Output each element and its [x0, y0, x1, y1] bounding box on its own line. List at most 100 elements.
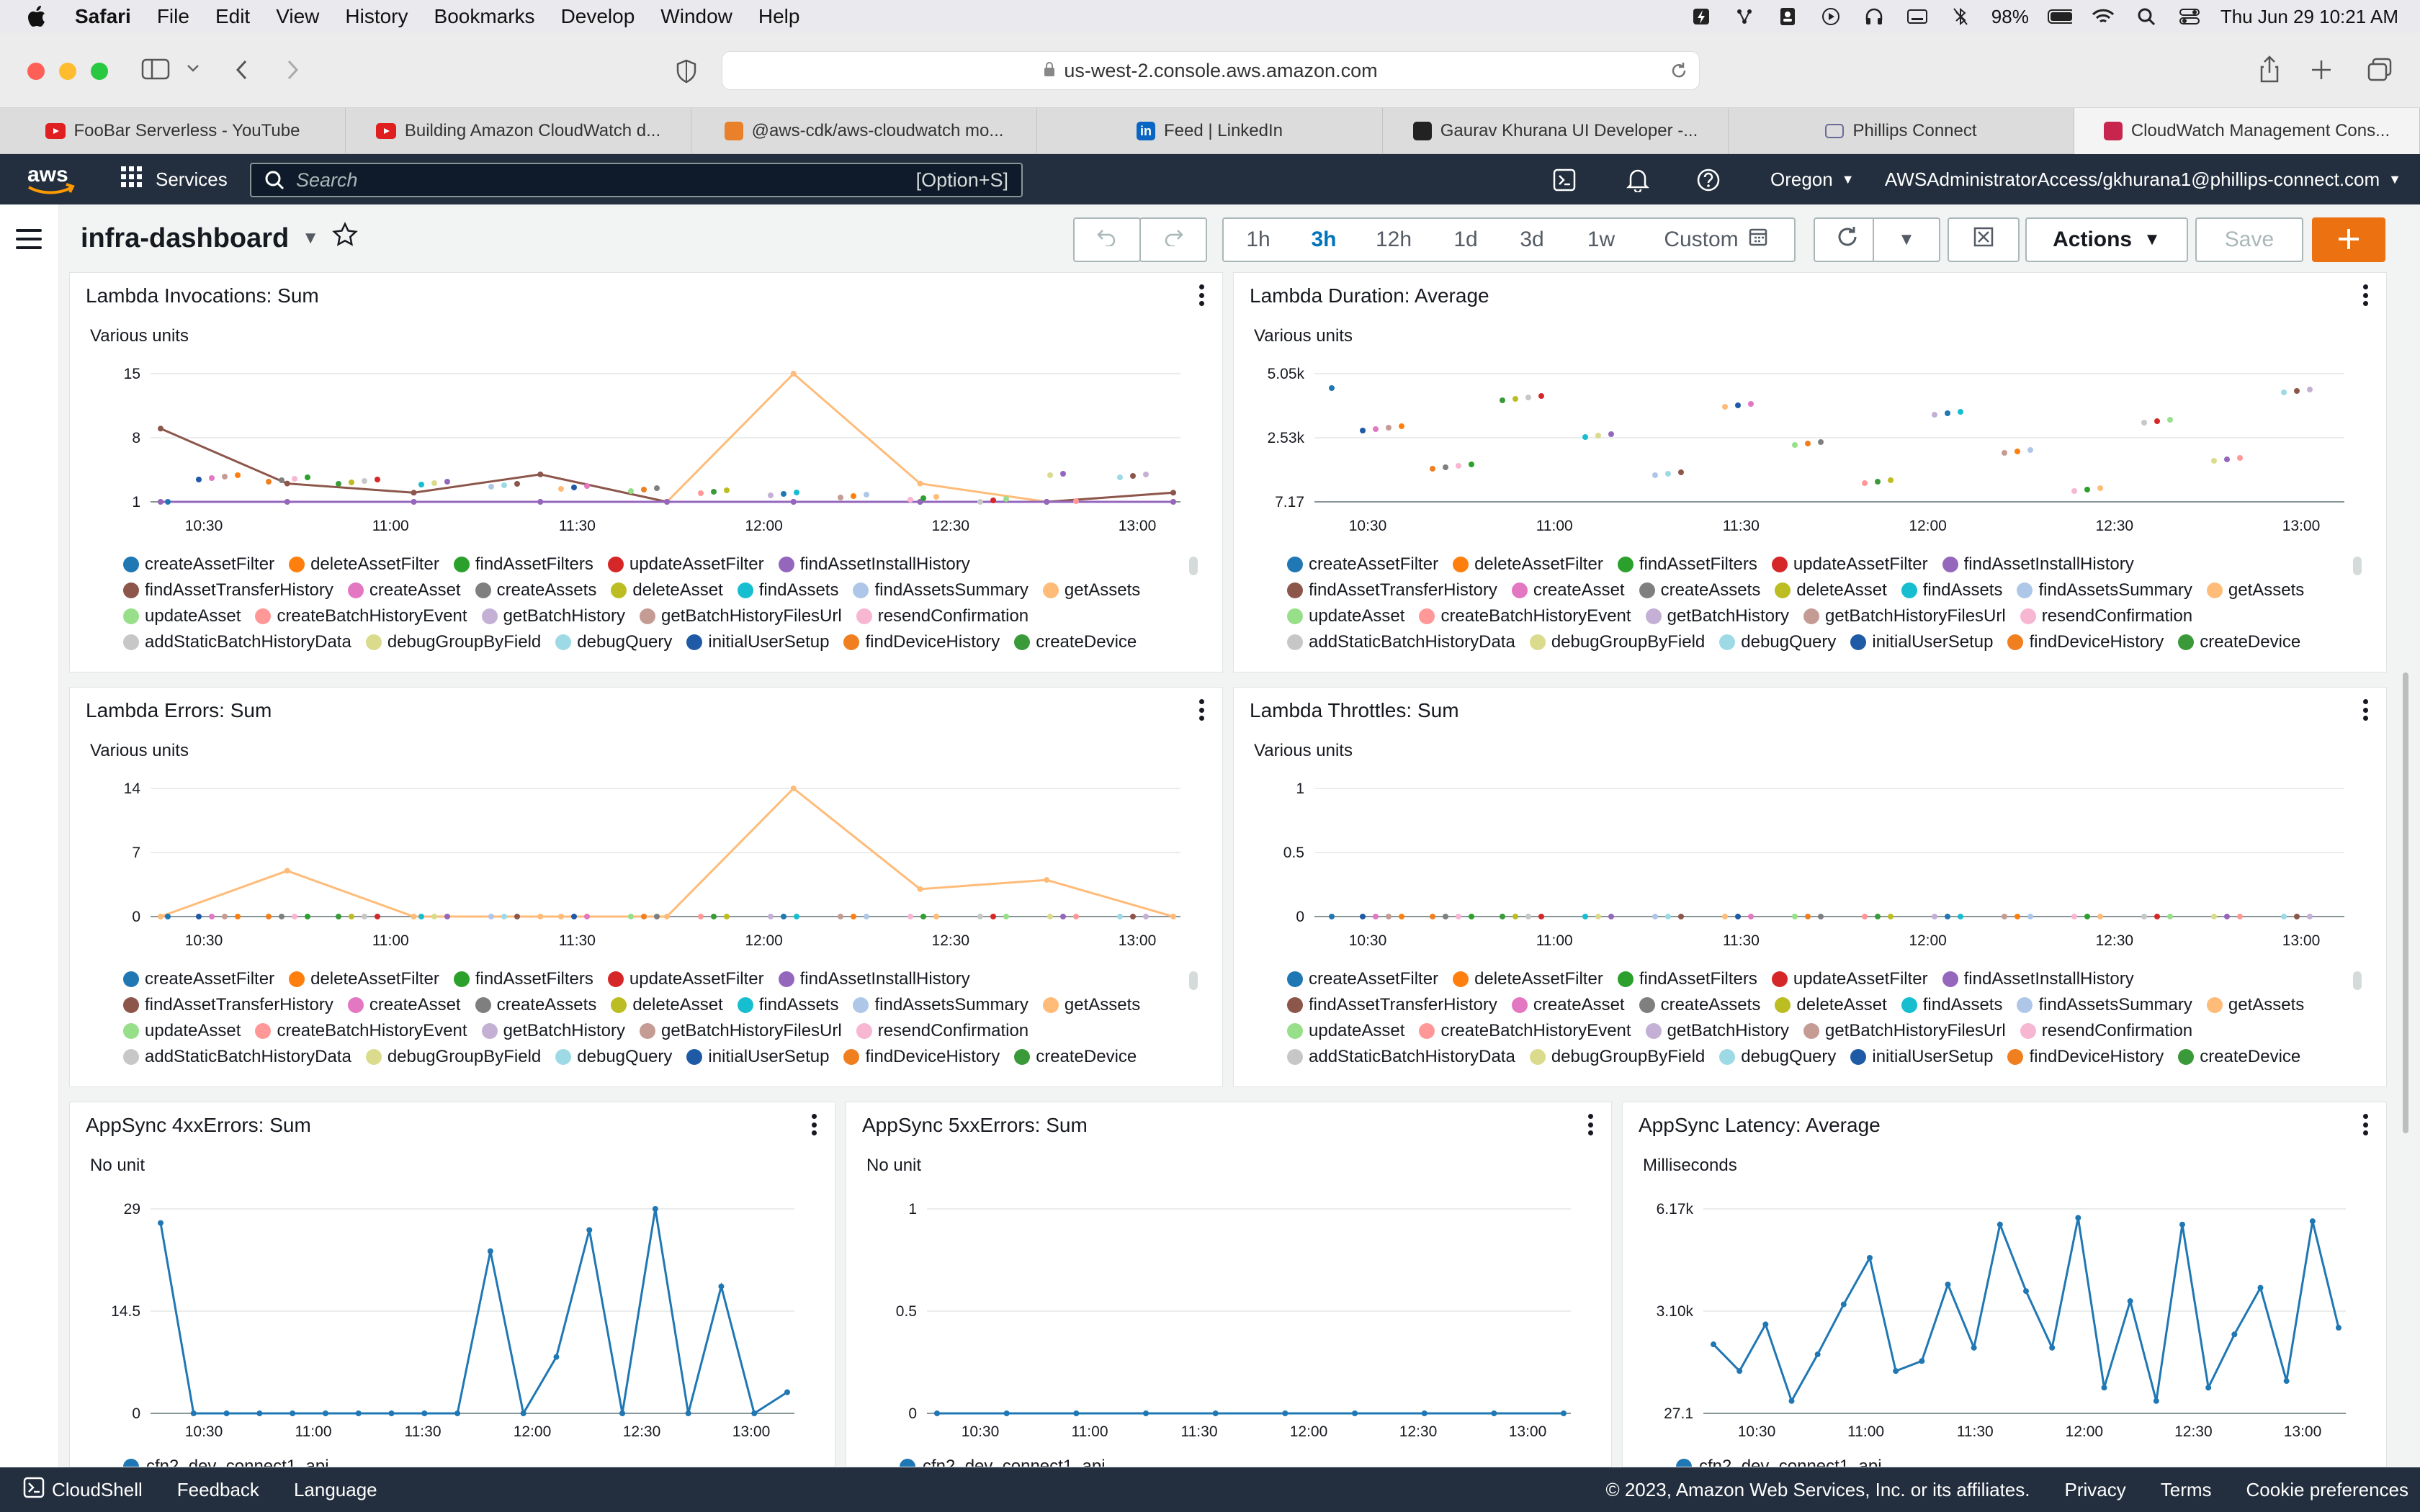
- browser-tab[interactable]: Gaurav Khurana UI Developer -...: [1383, 108, 1729, 154]
- legend-item[interactable]: getBatchHistoryFilesUrl: [1803, 606, 2006, 626]
- menu-bookmarks[interactable]: Bookmarks: [434, 5, 535, 28]
- legend-item[interactable]: getBatchHistoryFilesUrl: [1803, 1021, 2006, 1040]
- minimize-window-button[interactable]: [59, 63, 76, 80]
- legend-item[interactable]: findAssetInstallHistory: [1942, 969, 2134, 989]
- custom-time-range[interactable]: Custom: [1637, 228, 1794, 252]
- feedback-link[interactable]: Feedback: [177, 1479, 259, 1501]
- legend-item[interactable]: getBatchHistoryFilesUrl: [639, 1021, 842, 1040]
- services-menu[interactable]: Services: [121, 154, 228, 204]
- legend-item[interactable]: createDevice: [1014, 632, 1137, 652]
- notifications-bell-icon[interactable]: [1625, 167, 1651, 193]
- legend-item[interactable]: initialUserSetup: [1850, 1047, 1993, 1066]
- legend-item[interactable]: createAssets: [1639, 580, 1760, 600]
- legend-item[interactable]: debugQuery: [1719, 1047, 1836, 1066]
- legend-item[interactable]: debugQuery: [555, 632, 672, 652]
- legend-item[interactable]: createAssetFilter: [1287, 554, 1438, 574]
- legend-item[interactable]: findAssetTransferHistory: [123, 995, 333, 1014]
- menu-develop[interactable]: Develop: [561, 5, 635, 28]
- legend-scrollbar[interactable]: [1189, 971, 1198, 990]
- legend-item[interactable]: findAssetsSummary: [2017, 995, 2192, 1014]
- legend-item[interactable]: updateAsset: [123, 606, 241, 626]
- browser-tab[interactable]: FooBar Serverless - YouTube: [0, 108, 346, 154]
- terms-link[interactable]: Terms: [2161, 1479, 2212, 1501]
- legend-item[interactable]: getBatchHistory: [481, 1021, 625, 1040]
- legend-item[interactable]: deleteAssetFilter: [1453, 969, 1603, 989]
- chevron-down-icon[interactable]: [186, 63, 200, 73]
- legend-item[interactable]: findAssetsSummary: [2017, 580, 2192, 600]
- legend-item[interactable]: debugGroupByField: [365, 632, 541, 652]
- legend-item[interactable]: createDevice: [1014, 1047, 1137, 1066]
- legend-item[interactable]: debugGroupByField: [1529, 632, 1705, 652]
- time-range-1w[interactable]: 1w: [1565, 228, 1637, 252]
- control-center-icon[interactable]: [2177, 7, 2202, 26]
- widget-appsync-5xx-errors[interactable]: AppSync 5xxErrors: Sum No unit 1 0.5 0 10:3…: [846, 1102, 1612, 1467]
- forward-icon[interactable]: [285, 59, 300, 81]
- undo-button[interactable]: [1073, 217, 1141, 262]
- legend-item[interactable]: getBatchHistoryFilesUrl: [639, 606, 842, 626]
- browser-tab[interactable]: Building Amazon CloudWatch d...: [346, 108, 691, 154]
- legend-item[interactable]: createBatchHistoryEvent: [255, 606, 467, 626]
- bluetooth-off-icon[interactable]: [1948, 7, 1973, 26]
- legend-scrollbar[interactable]: [2353, 971, 2362, 990]
- headphones-icon[interactable]: [1862, 7, 1886, 26]
- legend-item[interactable]: getAssets: [1042, 995, 1140, 1014]
- page-scrollbar[interactable]: [2401, 204, 2411, 1467]
- legend-item[interactable]: getBatchHistory: [1645, 606, 1789, 626]
- legend-item[interactable]: createAssetFilter: [1287, 969, 1438, 989]
- widget-lambda-invocations[interactable]: Lambda Invocations: Sum Various units 15…: [69, 272, 1223, 672]
- legend-item[interactable]: getAssets: [2206, 580, 2304, 600]
- legend-item[interactable]: findAssetFilters: [453, 554, 593, 574]
- battery-icon[interactable]: [2047, 7, 2072, 26]
- legend-item[interactable]: addStaticBatchHistoryData: [123, 632, 351, 652]
- time-range-3d[interactable]: 3d: [1499, 228, 1565, 252]
- page-title[interactable]: infra-dashboard: [81, 223, 289, 254]
- legend-item[interactable]: addStaticBatchHistoryData: [123, 1047, 351, 1066]
- dashboard-dropdown-icon[interactable]: ▼: [302, 228, 319, 248]
- widget-lambda-errors[interactable]: Lambda Errors: Sum Various units 14 7 0 10:…: [69, 687, 1223, 1087]
- legend-item[interactable]: initialUserSetup: [686, 632, 829, 652]
- legend-item[interactable]: updateAssetFilter: [1771, 554, 1928, 574]
- legend-item[interactable]: createAssets: [475, 580, 596, 600]
- play-icon[interactable]: [1819, 7, 1843, 26]
- time-range-12h[interactable]: 12h: [1355, 228, 1433, 252]
- back-icon[interactable]: [235, 59, 249, 81]
- legend-item[interactable]: deleteAsset: [611, 580, 723, 600]
- sidebar-icon[interactable]: [141, 58, 170, 81]
- address-bar[interactable]: us-west-2.console.aws.amazon.com: [722, 51, 1700, 90]
- browser-tab-active[interactable]: CloudWatch Management Cons...: [2074, 108, 2420, 154]
- legend-item[interactable]: deleteAssetFilter: [1453, 554, 1603, 574]
- legend-item[interactable]: findAssetTransferHistory: [123, 580, 333, 600]
- search-input[interactable]: Search [Option+S]: [250, 163, 1023, 197]
- legend-item[interactable]: deleteAssetFilter: [289, 554, 439, 574]
- legend-item[interactable]: getBatchHistory: [481, 606, 625, 626]
- widget-appsync-latency[interactable]: AppSync Latency: Average Milliseconds 6.…: [1622, 1102, 2387, 1467]
- legend-item[interactable]: updateAssetFilter: [607, 969, 764, 989]
- refresh-button[interactable]: [1814, 217, 1881, 262]
- legend-item[interactable]: findAssets: [1901, 580, 2002, 600]
- legend-item[interactable]: findAssetFilters: [1617, 969, 1757, 989]
- menu-help[interactable]: Help: [758, 5, 800, 28]
- refresh-options-dropdown[interactable]: ▼: [1873, 217, 1940, 262]
- redo-button[interactable]: [1139, 217, 1207, 262]
- menu-history[interactable]: History: [345, 5, 408, 28]
- language-link[interactable]: Language: [294, 1479, 377, 1501]
- legend-item[interactable]: deleteAssetFilter: [289, 969, 439, 989]
- legend-item[interactable]: createDevice: [2178, 1047, 2300, 1066]
- legend-item[interactable]: createAsset: [1511, 580, 1625, 600]
- legend-item[interactable]: updateAsset: [1287, 606, 1404, 626]
- legend-item[interactable]: findAssets: [737, 580, 838, 600]
- legend-item[interactable]: createAsset: [347, 995, 461, 1014]
- legend-item[interactable]: createAssetFilter: [123, 554, 274, 574]
- wifi-icon[interactable]: [2091, 7, 2115, 26]
- network-icon[interactable]: [1732, 7, 1757, 26]
- legend-item[interactable]: resendConfirmation: [856, 1021, 1028, 1040]
- legend-item[interactable]: createBatchHistoryEvent: [1419, 606, 1631, 626]
- legend-item[interactable]: resendConfirmation: [2020, 1021, 2192, 1040]
- legend-item[interactable]: initialUserSetup: [1850, 632, 1993, 652]
- legend-item[interactable]: createAssets: [1639, 995, 1760, 1014]
- legend-item[interactable]: createAsset: [347, 580, 461, 600]
- legend-item[interactable]: createAssets: [475, 995, 596, 1014]
- legend-item[interactable]: initialUserSetup: [686, 1047, 829, 1066]
- legend-item[interactable]: debugGroupByField: [1529, 1047, 1705, 1066]
- legend-item[interactable]: findDeviceHistory: [2007, 632, 2164, 652]
